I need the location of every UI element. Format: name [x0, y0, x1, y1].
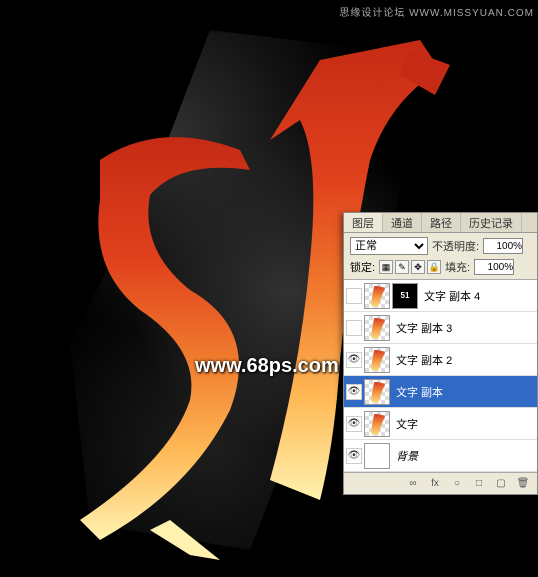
lock-all-icon[interactable]: 🔒 [427, 260, 441, 274]
layer-thumb[interactable] [364, 411, 390, 437]
visibility-toggle[interactable]: 👁 [346, 384, 362, 400]
layer-name: 文字 副本 4 [420, 288, 535, 304]
tab-history[interactable]: 历史记录 [461, 213, 522, 232]
layer-row[interactable]: 👁 背景 [344, 440, 537, 472]
adjustment-layer-icon[interactable]: □ [471, 476, 487, 492]
layer-mask-thumb[interactable]: 51 [392, 283, 418, 309]
layer-row[interactable]: 51 文字 副本 4 [344, 280, 537, 312]
visibility-toggle[interactable] [346, 288, 362, 304]
visibility-toggle[interactable] [346, 320, 362, 336]
layer-mask-icon[interactable]: ○ [449, 476, 465, 492]
fill-label: 填充: [445, 259, 470, 275]
layer-row[interactable]: 👁 文字 [344, 408, 537, 440]
layer-fx-icon[interactable]: fx [427, 476, 443, 492]
visibility-toggle[interactable]: 👁 [346, 352, 362, 368]
layer-row[interactable]: 文字 副本 3 [344, 312, 537, 344]
panel-controls: 正常 不透明度: 锁定: ▦ ✎ ✥ 🔒 填充: [344, 233, 537, 280]
layer-thumb[interactable] [364, 379, 390, 405]
layer-name: 文字 副本 [392, 384, 535, 400]
new-layer-icon[interactable]: ▢ [493, 476, 509, 492]
fill-input[interactable] [474, 259, 514, 275]
panel-tabs: 图层 通道 路径 历史记录 [344, 213, 537, 233]
top-watermark: 思缘设计论坛 WWW.MISSYUAN.COM [339, 4, 534, 19]
layer-name: 背景 [392, 448, 535, 464]
layer-name: 文字 副本 3 [392, 320, 535, 336]
delete-layer-icon[interactable]: 🗑 [515, 476, 531, 492]
layer-thumb[interactable] [364, 283, 390, 309]
layer-thumb[interactable] [364, 443, 390, 469]
layers-panel: 图层 通道 路径 历史记录 正常 不透明度: 锁定: ▦ ✎ ✥ 🔒 [343, 212, 538, 495]
opacity-label: 不透明度: [432, 238, 479, 254]
canvas: 思缘设计论坛 WWW.MISSYUAN.COM www.68ps.com 图层 … [0, 0, 538, 577]
tab-layers[interactable]: 图层 [344, 213, 383, 232]
layer-thumb[interactable] [364, 347, 390, 373]
tab-paths[interactable]: 路径 [422, 213, 461, 232]
layer-row[interactable]: 👁 文字 副本 2 [344, 344, 537, 376]
layer-list: 51 文字 副本 4 文字 副本 3 👁 文字 副本 2 👁 文字 副本 👁 [344, 280, 537, 472]
visibility-toggle[interactable]: 👁 [346, 448, 362, 464]
link-layers-icon[interactable]: ∞ [405, 476, 421, 492]
blend-mode-select[interactable]: 正常 [350, 237, 428, 255]
opacity-input[interactable] [483, 238, 523, 254]
layer-thumb[interactable] [364, 315, 390, 341]
lock-brush-icon[interactable]: ✎ [395, 260, 409, 274]
lock-label: 锁定: [350, 259, 375, 275]
tab-channels[interactable]: 通道 [383, 213, 422, 232]
layer-name: 文字 [392, 416, 535, 432]
lock-transparent-icon[interactable]: ▦ [379, 260, 393, 274]
center-watermark: www.68ps.com [195, 355, 339, 378]
panel-bottom-toolbar: ∞ fx ○ □ ▢ 🗑 [344, 472, 537, 494]
lock-move-icon[interactable]: ✥ [411, 260, 425, 274]
visibility-toggle[interactable]: 👁 [346, 416, 362, 432]
layer-row[interactable]: 👁 文字 副本 [344, 376, 537, 408]
lock-icons: ▦ ✎ ✥ 🔒 [379, 260, 441, 274]
layer-name: 文字 副本 2 [392, 352, 535, 368]
